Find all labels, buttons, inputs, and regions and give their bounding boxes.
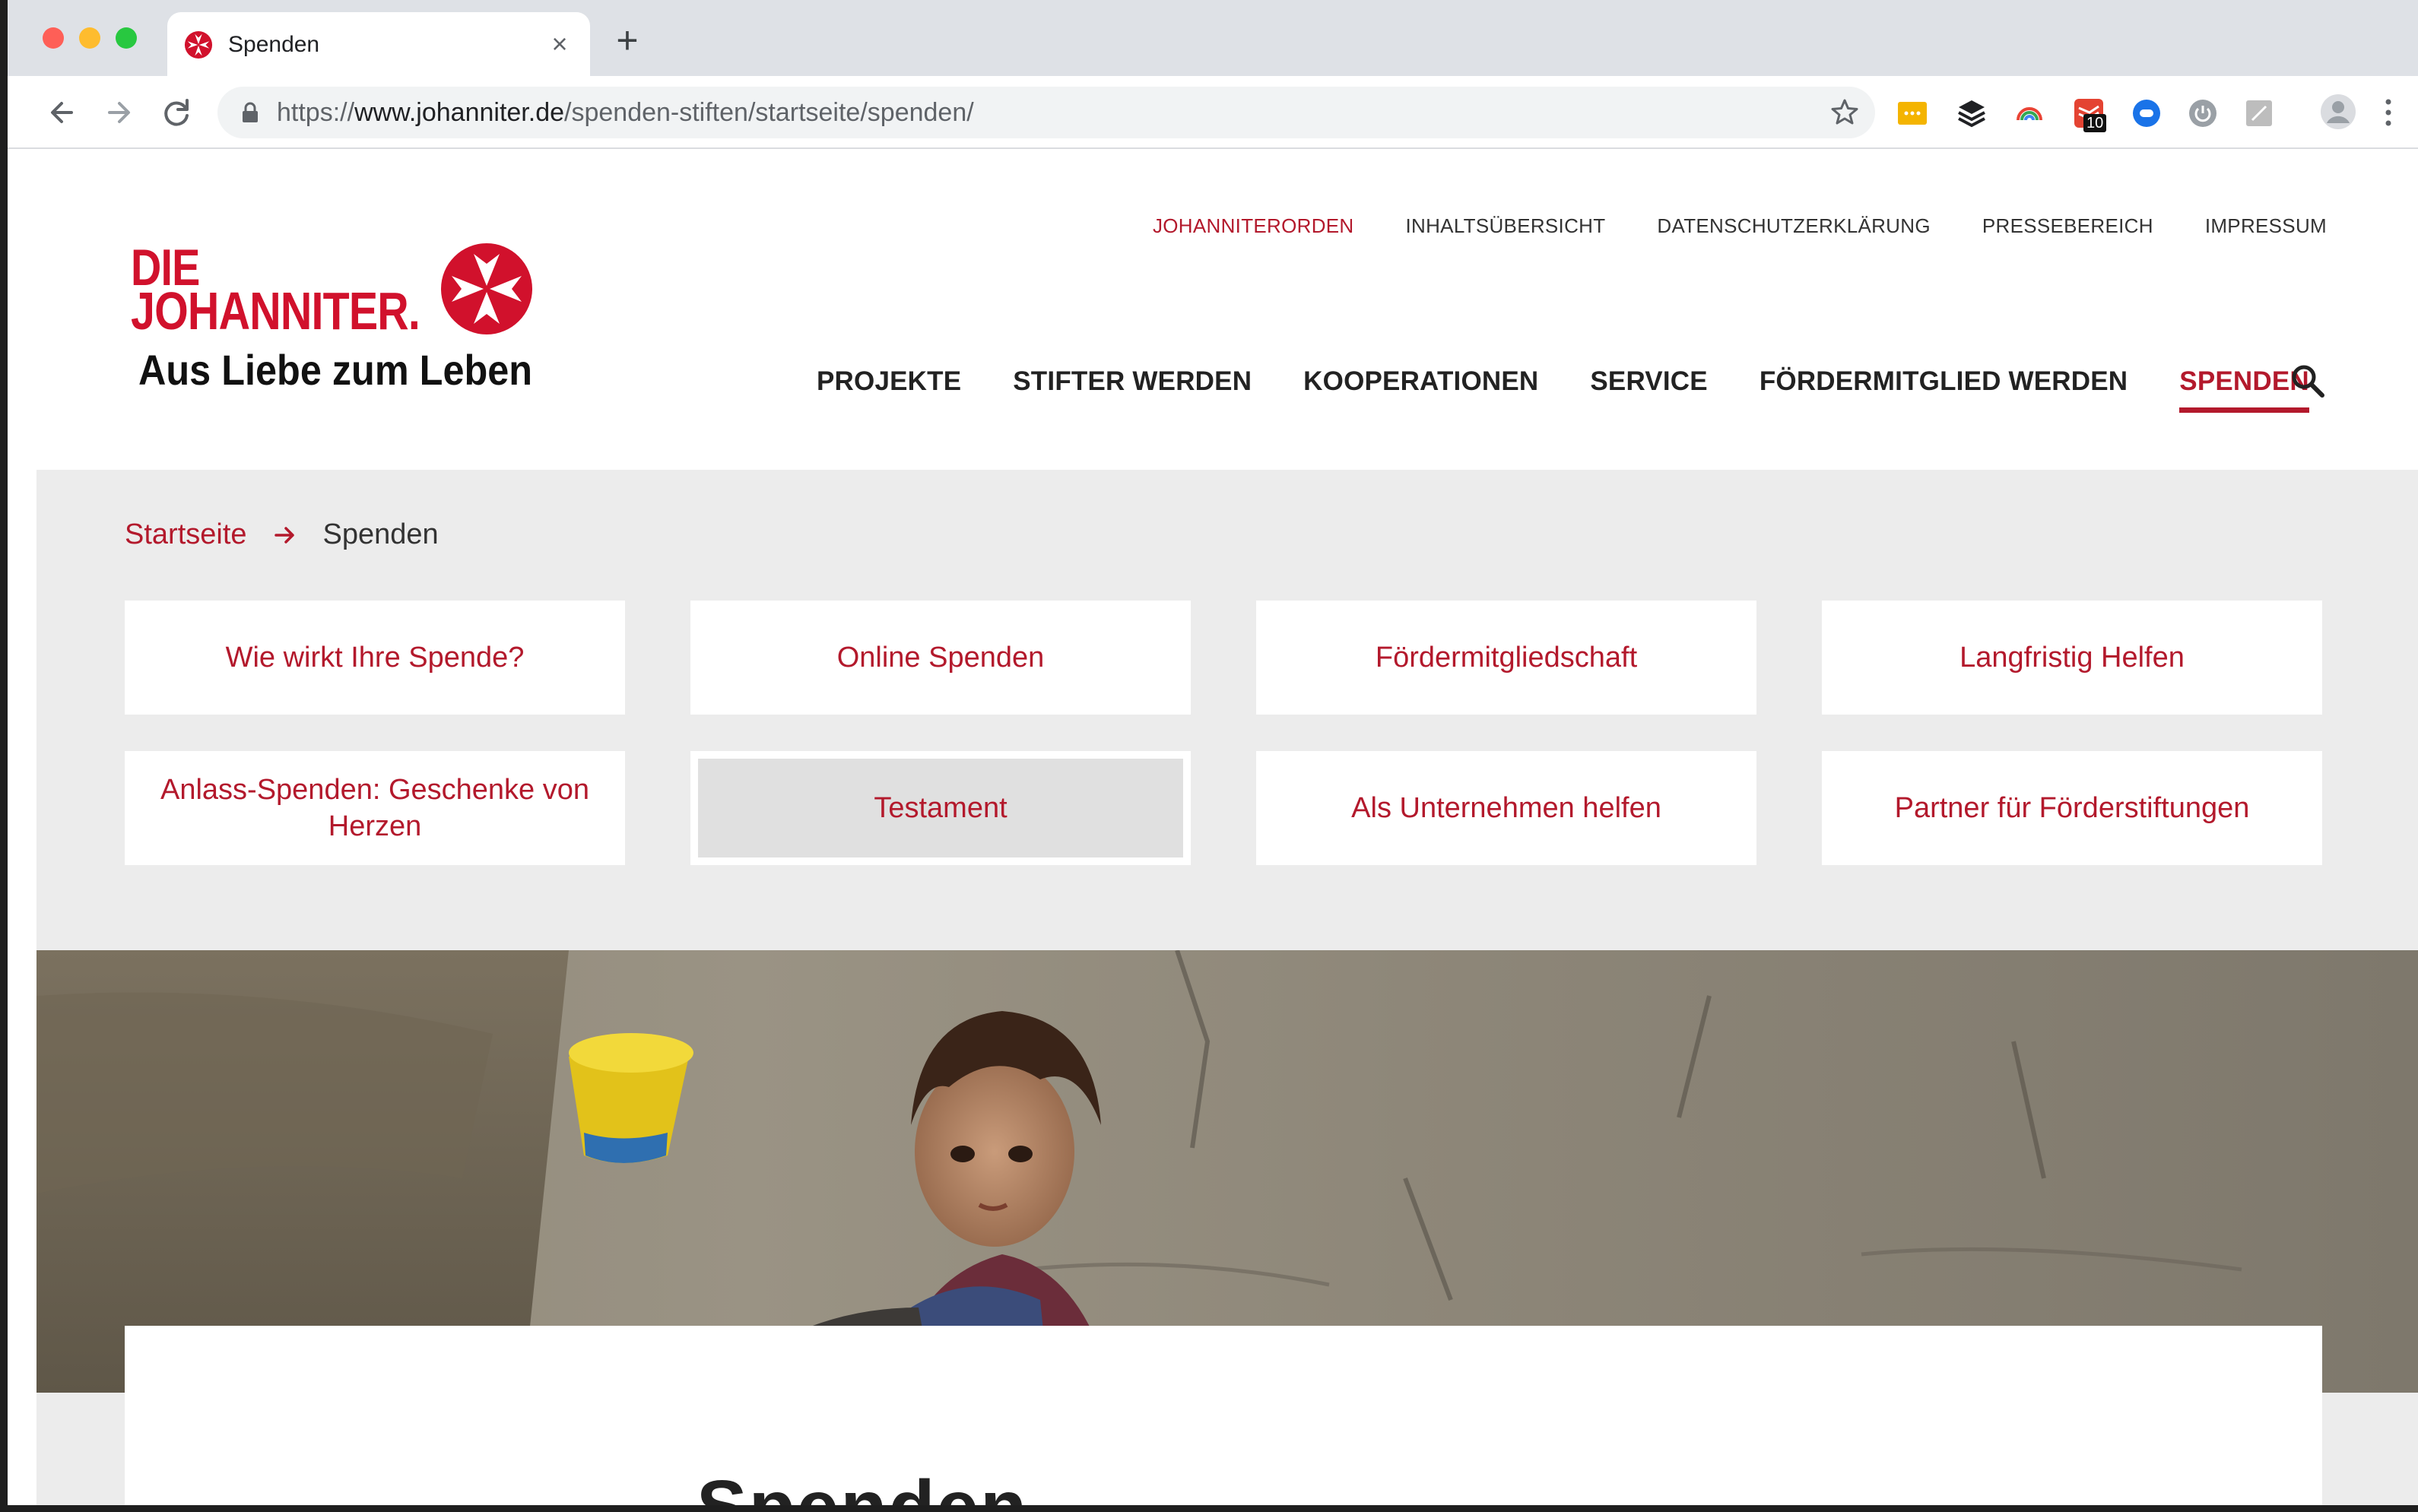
extension-rainbow-icon[interactable] xyxy=(2013,97,2045,129)
extension-todoist-icon[interactable]: 10 xyxy=(2073,97,2108,134)
profile-avatar-icon[interactable] xyxy=(2319,93,2357,131)
nav-kooperationen[interactable]: KOOPERATIONEN xyxy=(1303,366,1538,397)
logo-tagline: Aus Liebe zum Leben xyxy=(138,346,533,394)
search-icon[interactable] xyxy=(2289,362,2327,400)
url-path: /spenden-stiften/startseite/spenden/ xyxy=(564,98,974,127)
url-scheme: https:// xyxy=(277,98,355,127)
breadcrumb-home-link[interactable]: Startseite xyxy=(125,518,247,551)
meta-navigation: JOHANNITERORDEN INHALTSÜBERSICHT DATENSC… xyxy=(1153,214,2327,238)
browser-tab-active[interactable]: Spenden × xyxy=(167,12,590,76)
tile-foerdermitgliedschaft[interactable]: Fördermitgliedschaft xyxy=(1256,601,1756,715)
nav-projekte[interactable]: PROJEKTE xyxy=(817,366,961,397)
minimize-window-button[interactable] xyxy=(79,27,100,49)
tab-close-icon[interactable]: × xyxy=(544,27,575,61)
arrow-left-icon xyxy=(51,102,73,123)
meta-link-pressebereich[interactable]: PRESSEBEREICH xyxy=(1982,214,2153,238)
extension-grey-square-icon[interactable] xyxy=(2243,97,2275,129)
reload-button[interactable] xyxy=(155,91,198,134)
breadcrumb: Startseite Spenden xyxy=(125,518,439,551)
reload-icon xyxy=(164,99,189,126)
url-host: www.johanniter.de xyxy=(354,98,565,127)
tile-testament[interactable]: Testament xyxy=(690,751,1191,865)
arrow-right-icon xyxy=(274,526,294,544)
tile-als-unternehmen-helfen[interactable]: Als Unternehmen helfen xyxy=(1256,751,1756,865)
arrow-right-icon xyxy=(108,102,130,123)
browser-menu-icon[interactable] xyxy=(2377,93,2400,132)
lock-icon xyxy=(243,102,258,122)
meta-link-johanniterorden[interactable]: JOHANNITERORDEN xyxy=(1153,214,1354,238)
meta-link-impressum[interactable]: IMPRESSUM xyxy=(2205,214,2327,238)
meta-link-datenschutz[interactable]: DATENSCHUTZERKLÄRUNG xyxy=(1657,214,1930,238)
johanniter-logo[interactable]: DIE JOHANNITER. Aus Liebe zum Leben xyxy=(122,242,547,394)
tile-langfristig-helfen[interactable]: Langfristig Helfen xyxy=(1822,601,2322,715)
extension-chat-icon[interactable] xyxy=(2131,97,2163,129)
logo-line-2: JOHANNITER. xyxy=(131,281,420,341)
page-title: Spenden xyxy=(697,1464,1028,1505)
maximize-window-button[interactable] xyxy=(116,27,137,49)
tile-online-spenden[interactable]: Online Spenden xyxy=(690,601,1191,715)
back-button[interactable] xyxy=(41,91,84,134)
extension-badge: 10 xyxy=(2083,114,2107,132)
address-bar[interactable]: https://www.johanniter.de/spenden-stifte… xyxy=(217,87,1875,138)
extension-yellow-note-icon[interactable] xyxy=(1896,97,1928,129)
browser-window: Spenden × + https://www.johanniter.de/sp… xyxy=(8,0,2418,1505)
bookmark-star-icon[interactable] xyxy=(1828,96,1861,129)
new-tab-button[interactable]: + xyxy=(608,21,646,61)
forward-button[interactable] xyxy=(97,91,140,134)
nav-service[interactable]: SERVICE xyxy=(1590,366,1707,397)
extension-layers-icon[interactable] xyxy=(1956,97,1988,129)
nav-stifter-werden[interactable]: STIFTER WERDEN xyxy=(1013,366,1252,397)
tab-title: Spenden xyxy=(228,32,320,57)
tile-anlass-spenden[interactable]: Anlass-Spenden: Geschenke von Herzen xyxy=(125,751,625,865)
tile-wie-wirkt-ihre-spende[interactable]: Wie wirkt Ihre Spende? xyxy=(125,601,625,715)
breadcrumb-current: Spenden xyxy=(322,518,439,550)
tile-partner-foerderstiftungen[interactable]: Partner für Förderstiftungen xyxy=(1822,751,2322,865)
meta-link-inhaltsuebersicht[interactable]: INHALTSÜBERSICHT xyxy=(1406,214,1606,238)
url-text: https://www.johanniter.de/spenden-stifte… xyxy=(277,97,974,128)
extension-power-icon[interactable] xyxy=(2187,97,2219,129)
content-card: Spenden xyxy=(125,1326,2322,1505)
close-window-button[interactable] xyxy=(43,27,64,49)
maltese-cross-icon xyxy=(441,243,532,334)
main-navigation: PROJEKTE STIFTER WERDEN KOOPERATIONEN SE… xyxy=(817,366,2361,413)
johanniter-favicon-icon xyxy=(184,30,213,59)
tile-testament-label: Testament xyxy=(698,759,1183,857)
tab-strip: Spenden × + xyxy=(8,0,2418,76)
browser-toolbar: https://www.johanniter.de/spenden-stifte… xyxy=(8,76,2418,149)
nav-foerdermitglied-werden[interactable]: FÖRDERMITGLIED WERDEN xyxy=(1760,366,2128,397)
web-page: DIE JOHANNITER. Aus Liebe zum Leben JOHA… xyxy=(8,151,2418,1505)
